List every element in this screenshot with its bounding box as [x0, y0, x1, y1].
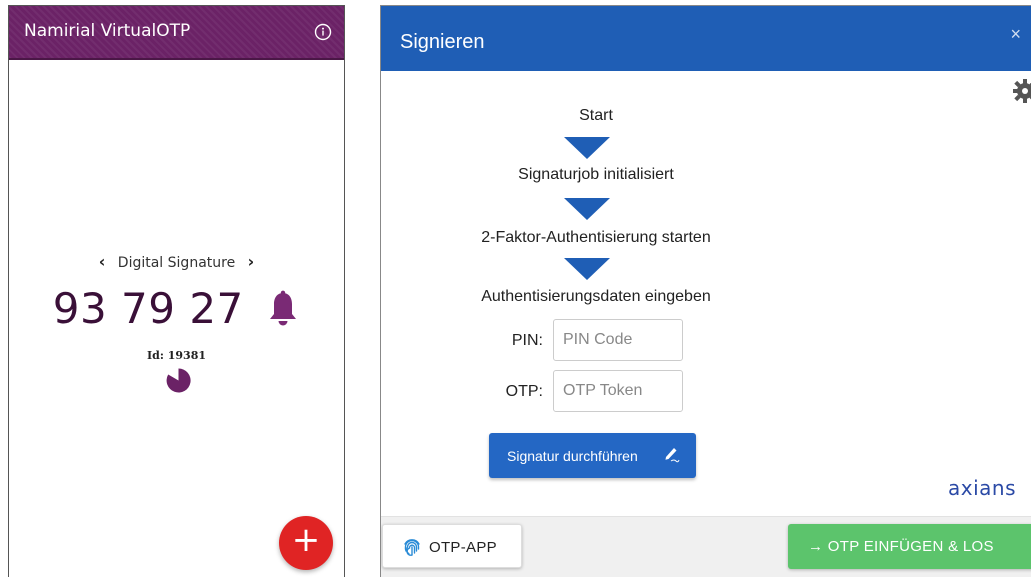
token-id: Id: 19381 — [147, 349, 206, 362]
otp-app-button[interactable]: OTP-APP — [382, 524, 522, 568]
close-icon[interactable]: × — [1010, 24, 1021, 45]
info-circle-icon[interactable] — [313, 22, 333, 42]
otp-code: 93 79 27 — [52, 284, 244, 333]
app-title: Namirial VirtualOTP — [24, 21, 191, 41]
dialog-header: Signieren × — [381, 6, 1031, 71]
token-name: Digital Signature — [117, 255, 236, 271]
gear-icon[interactable] — [1012, 78, 1031, 104]
step-initialized: Signaturjob initialisiert — [518, 166, 674, 183]
pen-signature-icon — [665, 448, 680, 463]
brand-logo: axians — [948, 476, 1016, 500]
otp-app-button-label: OTP-APP — [429, 539, 497, 556]
app-header: Namirial VirtualOTP — [9, 6, 344, 58]
otp-input[interactable] — [553, 370, 683, 412]
otp-insert-go-button[interactable]: → OTP EINFÜGEN & LOS — [788, 524, 1031, 569]
chevron-left-icon[interactable]: ‹ — [99, 252, 106, 271]
step-start: Start — [579, 107, 613, 124]
virtual-otp-app: Namirial VirtualOTP ‹ Digital Signature … — [8, 5, 345, 577]
sign-dialog: Signieren × Start Signaturjob initialisi… — [380, 5, 1031, 577]
bell-icon[interactable] — [266, 290, 300, 328]
step-enter-data: Authentisierungsdaten eingeben — [481, 288, 711, 305]
pie-timer-icon — [166, 368, 191, 393]
pin-input[interactable] — [553, 319, 683, 361]
sign-button-label: Signatur durchführen — [507, 448, 638, 464]
otp-insert-button-label: → OTP EINFÜGEN & LOS — [808, 538, 994, 555]
sign-button[interactable]: Signatur durchführen — [489, 433, 696, 478]
plus-icon: + — [291, 520, 321, 560]
step-2fa: 2-Faktor-Authentisierung starten — [481, 229, 711, 246]
down-arrow-icon — [564, 198, 610, 220]
pin-label: PIN: — [511, 332, 543, 349]
add-token-button[interactable]: + — [279, 516, 333, 570]
token-carousel: ‹ Digital Signature › — [9, 252, 344, 271]
chevron-right-icon[interactable]: › — [248, 252, 255, 271]
down-arrow-icon — [564, 137, 610, 159]
down-arrow-icon — [564, 258, 610, 280]
otp-row: 93 79 27 — [9, 284, 344, 333]
dialog-title: Signieren — [400, 31, 485, 53]
fingerprint-icon — [404, 539, 420, 556]
header-divider — [9, 58, 344, 60]
otp-label: OTP: — [505, 383, 543, 400]
